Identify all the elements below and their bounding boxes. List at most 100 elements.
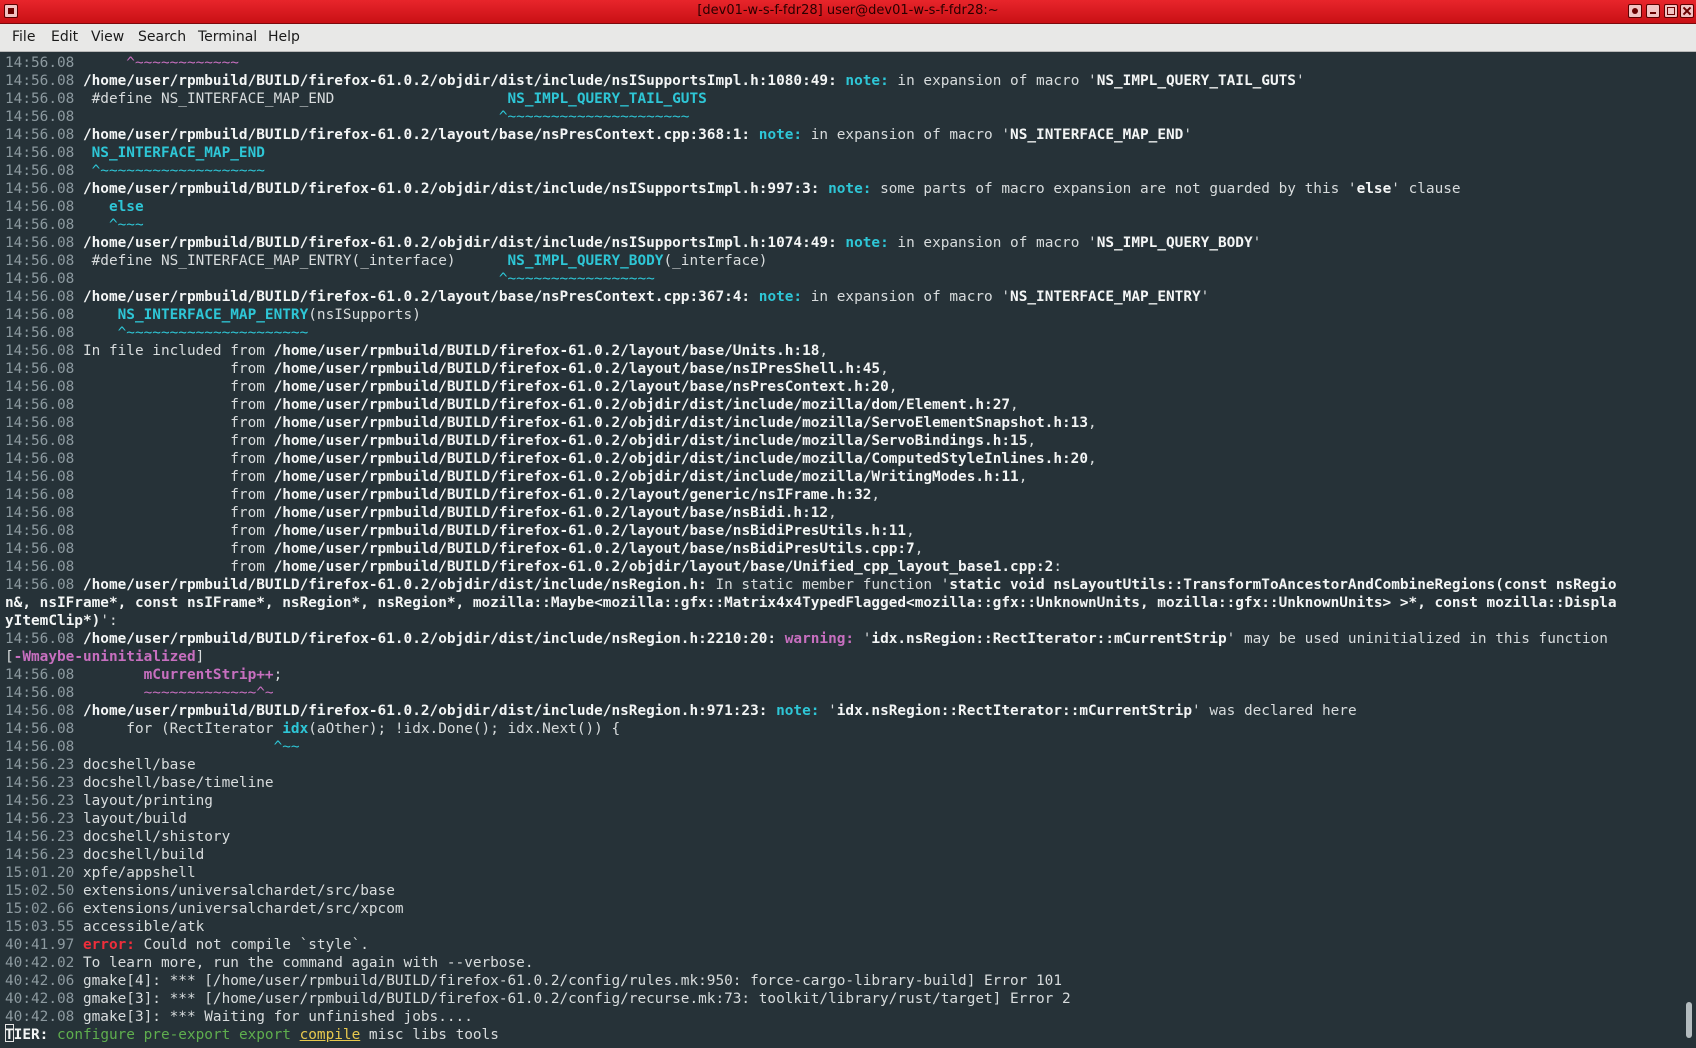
- menu-terminal[interactable]: Terminal: [198, 29, 257, 45]
- terminal-line: 14:56.23 layout/build: [5, 810, 1617, 828]
- terminal-text: note:: [758, 127, 803, 143]
- terminal-text: NS_INTERFACE_MAP_ENTRY: [1010, 289, 1201, 305]
- timestamp: 40:42.06: [5, 973, 75, 989]
- timestamp: 14:56.08: [5, 127, 75, 143]
- terminal-text: ^~~~~~~~~~~~~~~~~~~~~~: [498, 109, 690, 125]
- terminal-text: /home/user/rpmbuild/BUILD/firefox-61.0.2…: [273, 487, 872, 503]
- terminal-text: configure pre-export export: [57, 1027, 291, 1043]
- terminal-line: n&, nsIFrame*, const nsIFrame*, nsRegion…: [5, 594, 1617, 612]
- terminal-output[interactable]: 14:56.08 ^~~~~~~~~~~~~ 14:56.08 /home/use…: [0, 52, 1682, 1048]
- terminal-line: 14:56.08 from /home/user/rpmbuild/BUILD/…: [5, 468, 1617, 486]
- terminal-text: in expansion of macro ': [802, 127, 1011, 143]
- menu-search[interactable]: Search: [138, 29, 186, 45]
- timestamp: 14:56.08: [5, 271, 75, 287]
- terminal-text: ^~~~: [108, 217, 144, 233]
- terminal-text: note:: [845, 235, 889, 251]
- terminal-text: misc libs tools: [360, 1027, 499, 1043]
- terminal-text: mCurrentStrip++: [143, 667, 274, 683]
- title-bar[interactable]: [dev01-w-s-f-fdr28] user@dev01-w-s-f-fdr…: [0, 0, 1696, 24]
- terminal-text: ,: [1027, 433, 1037, 449]
- terminal-text: (aOther); !idx.Done(); idx.Next()) {: [308, 721, 621, 737]
- maximize-icon[interactable]: [1664, 4, 1678, 18]
- terminal-text: ,: [819, 343, 829, 359]
- timestamp: 14:56.08: [5, 145, 75, 161]
- terminal-text: (_interface): [663, 253, 768, 269]
- terminal-text: extensions/universalchardet/src/base: [74, 883, 395, 899]
- menu-help[interactable]: Help: [268, 29, 300, 45]
- terminal-text: ,: [1018, 469, 1028, 485]
- terminal-text: NS_IMPL_QUERY_BODY: [1096, 235, 1253, 251]
- terminal-text: /home/user/rpmbuild/BUILD/firefox-61.0.2…: [273, 451, 1088, 467]
- terminal-text: in expansion of macro ': [888, 235, 1097, 251]
- timestamp: 14:56.08: [5, 703, 75, 719]
- timestamp: 14:56.08: [5, 343, 75, 359]
- terminal-line: 15:02.50 extensions/universalchardet/src…: [5, 882, 1617, 900]
- terminal-text: /home/user/rpmbuild/BUILD/firefox-61.0.2…: [273, 505, 829, 521]
- terminal-text: gmake[3]: *** [/home/user/rpmbuild/BUILD…: [74, 991, 1071, 1007]
- timestamp: 40:42.02: [5, 955, 75, 971]
- terminal-line: 14:56.08 /home/user/rpmbuild/BUILD/firef…: [5, 576, 1617, 594]
- terminal-line: 14:56.08 from /home/user/rpmbuild/BUILD/…: [5, 522, 1617, 540]
- menu-bar: File Edit View Search Terminal Help: [0, 24, 1696, 52]
- terminal-line: 14:56.08 ^~~~~~~~~~~~~~~~~~~~: [5, 162, 1617, 180]
- terminal-line: 14:56.08 /home/user/rpmbuild/BUILD/firef…: [5, 702, 1617, 720]
- terminal-text: /home/user/rpmbuild/BUILD/firefox-61.0.2…: [273, 523, 907, 539]
- timestamp: 14:56.08: [5, 487, 75, 503]
- terminal-text: in expansion of macro ': [888, 73, 1097, 89]
- terminal-line: 14:56.08 /home/user/rpmbuild/BUILD/firef…: [5, 180, 1617, 198]
- minimize-icon[interactable]: [1646, 4, 1660, 18]
- menu-view[interactable]: View: [91, 29, 124, 45]
- menu-file[interactable]: File: [12, 29, 35, 45]
- terminal-text: n&, nsIFrame*, const nsIFrame*, nsRegion…: [5, 595, 1617, 611]
- terminal-text: ,: [1010, 397, 1019, 413]
- terminal-text: from: [74, 523, 274, 539]
- terminal-text: /home/user/rpmbuild/BUILD/firefox-61.0.2…: [74, 289, 751, 305]
- timestamp: 14:56.08: [5, 361, 75, 377]
- sticky-icon[interactable]: [1628, 4, 1642, 18]
- terminal-text: in expansion of macro ': [802, 289, 1011, 305]
- timestamp: 14:56.23: [5, 811, 75, 827]
- terminal-text: note:: [845, 73, 889, 89]
- timestamp: 15:02.50: [5, 883, 75, 899]
- terminal-text: ~~~~~~~~~~~~~^~: [143, 685, 274, 701]
- terminal-text: ': [1183, 127, 1192, 143]
- terminal-text: ': [1200, 289, 1210, 305]
- terminal-line: 15:03.55 accessible/atk: [5, 918, 1617, 936]
- terminal-text: [: [5, 649, 14, 665]
- timestamp: 14:56.08: [5, 667, 75, 683]
- close-icon[interactable]: [1680, 4, 1694, 18]
- terminal-text: extensions/universalchardet/src/xpcom: [74, 901, 404, 917]
- terminal-text: ]: [195, 649, 205, 665]
- terminal-line: [-Wmaybe-uninitialized]: [5, 648, 1617, 666]
- terminal-text: warning:: [784, 631, 855, 647]
- terminal-line: yItemClip*)':: [5, 612, 1617, 630]
- terminal-text: compile: [299, 1027, 361, 1043]
- terminal-line: 14:56.08 ~~~~~~~~~~~~~^~: [5, 684, 1617, 702]
- terminal-line: 14:56.08 for (RectIterator idx(aOther); …: [5, 720, 1617, 738]
- terminal-text: from: [74, 505, 274, 521]
- terminal-text: NS_IMPL_QUERY_BODY: [507, 253, 664, 269]
- terminal-line: 14:56.08 from /home/user/rpmbuild/BUILD/…: [5, 378, 1617, 396]
- terminal-line: 14:56.08 ^~~~~~~~~~~~~~~~~~: [5, 270, 1617, 288]
- terminal-text: ^~~~~~~~~~~~~~~~~~~~: [91, 163, 265, 179]
- scrollbar-thumb[interactable]: [1686, 1002, 1692, 1038]
- timestamp: 14:56.08: [5, 577, 75, 593]
- terminal-line: 14:56.08 NS_INTERFACE_MAP_END: [5, 144, 1617, 162]
- timestamp: 14:56.08: [5, 451, 75, 467]
- terminal-text: ,: [888, 379, 898, 395]
- timestamp: 14:56.08: [5, 739, 75, 755]
- terminal-text: layout/build: [74, 811, 187, 827]
- terminal-text: #define NS_INTERFACE_MAP_END: [74, 91, 508, 107]
- terminal-text: /home/user/rpmbuild/BUILD/firefox-61.0.2…: [273, 343, 820, 359]
- terminal-text: docshell/shistory: [74, 829, 231, 845]
- terminal-text: (nsISupports): [308, 307, 421, 323]
- terminal-text: from: [74, 361, 274, 377]
- scrollbar[interactable]: [1682, 52, 1696, 1048]
- terminal-text: NS_IMPL_QUERY_TAIL_GUTS: [507, 91, 707, 107]
- terminal-text: /home/user/rpmbuild/BUILD/firefox-61.0.2…: [273, 379, 889, 395]
- terminal-text: ,: [828, 505, 837, 521]
- menu-edit[interactable]: Edit: [51, 29, 78, 45]
